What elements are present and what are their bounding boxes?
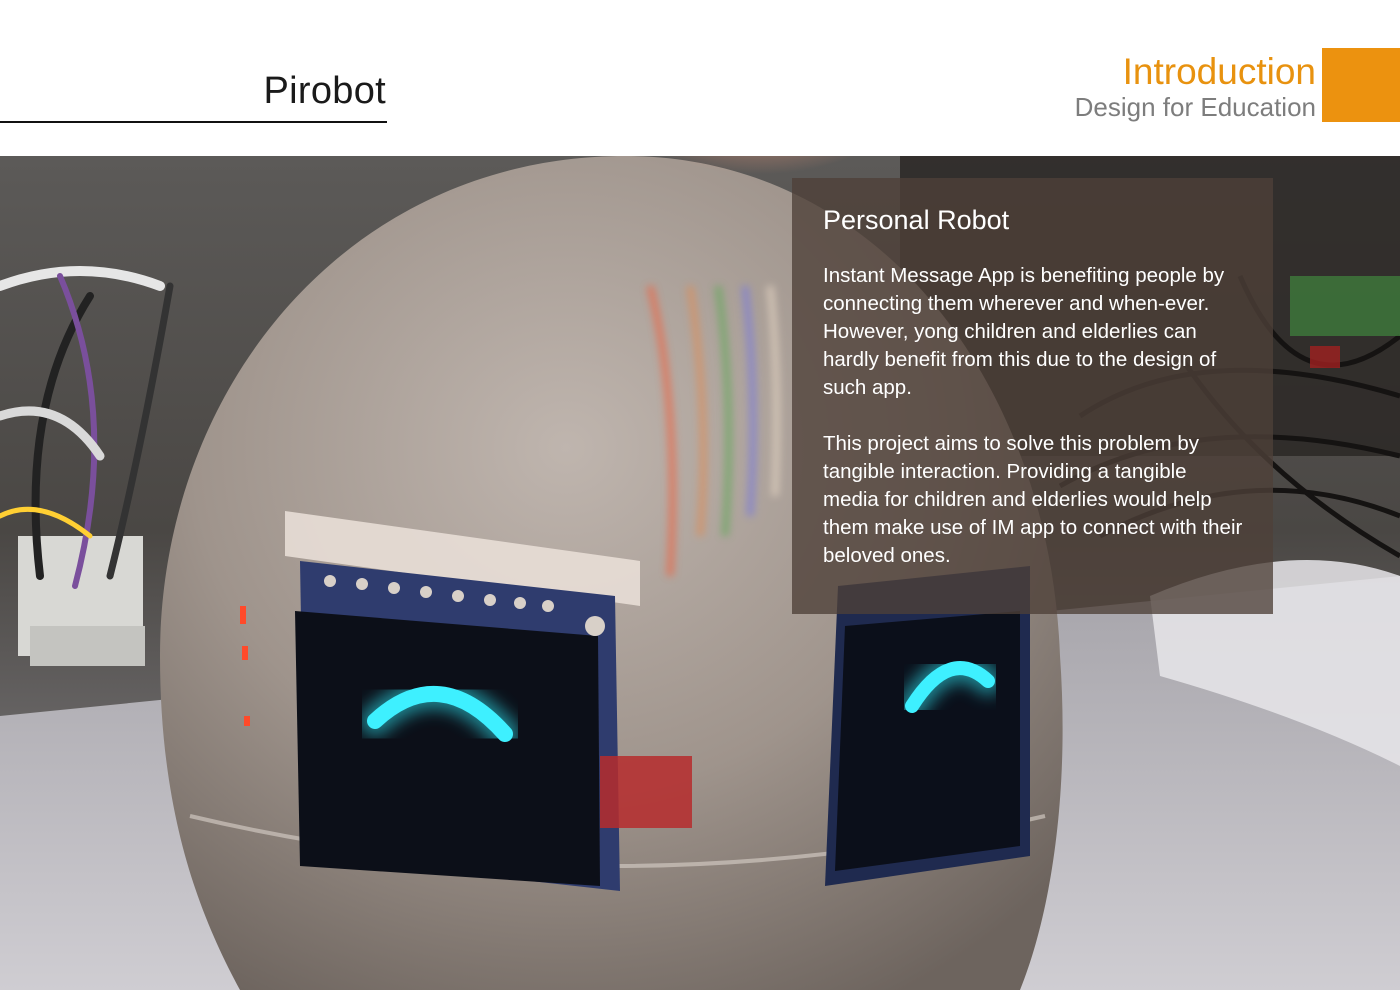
panel-paragraph-1: Instant Message App is benefiting people… [823, 264, 1225, 399]
section-heading: Introduction Design for Education [1074, 51, 1316, 123]
circuit-board [1290, 276, 1400, 336]
document-title: Pirobot [263, 70, 386, 112]
panel-heading: Personal Robot [823, 205, 1010, 235]
panel-paragraph-2: This project aims to solve this problem … [823, 432, 1243, 567]
right-display [825, 566, 1030, 886]
section-title: Introduction [1122, 51, 1316, 92]
title-underline [0, 121, 387, 123]
page-header: Pirobot Introduction Design for Educatio… [0, 0, 1400, 156]
info-panel: Personal Robot Instant Message App is be… [792, 178, 1273, 614]
breadboard-base [30, 626, 145, 666]
section-subtitle: Design for Education [1074, 92, 1316, 122]
red-component [1310, 346, 1340, 368]
accent-square [1322, 48, 1400, 122]
